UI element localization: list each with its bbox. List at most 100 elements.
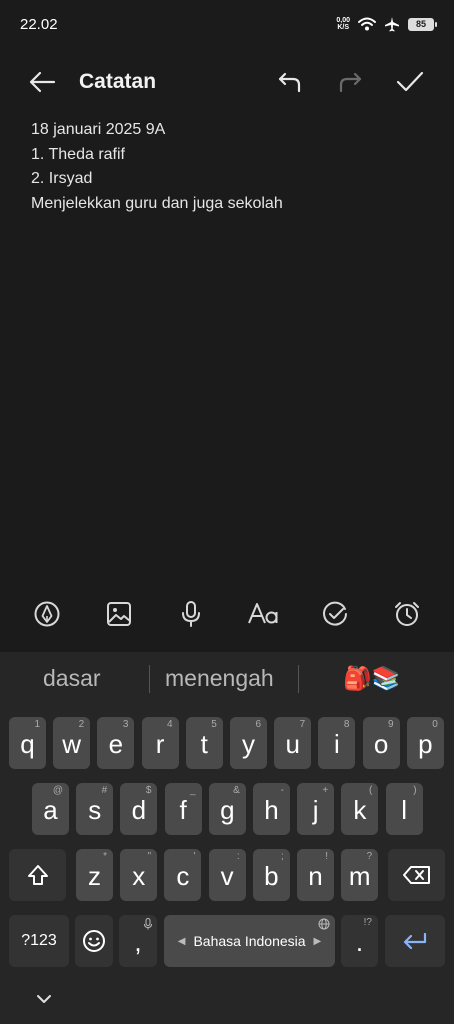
key-x[interactable]: " x [120, 849, 158, 901]
key-hint: 1 [34, 719, 40, 730]
page-title: Catatan [79, 70, 157, 93]
key-hint: _ [190, 785, 196, 796]
undo-button[interactable] [272, 64, 308, 100]
key-hint: 9 [388, 719, 394, 730]
key-m[interactable]: ? m [341, 849, 379, 901]
key-d[interactable]: $ d [120, 783, 158, 835]
key-g[interactable]: & g [208, 783, 246, 835]
key-label: a [43, 794, 58, 825]
key-label: p [418, 728, 433, 759]
key-label: c [176, 860, 190, 891]
net-speed-unit: K/S [337, 24, 350, 31]
enter-return-icon [403, 932, 427, 950]
key-r[interactable]: 4r [141, 717, 179, 769]
wifi-icon [358, 17, 376, 31]
key-b[interactable]: ; b [252, 849, 290, 901]
key-hint: & [233, 785, 240, 796]
key-hint: ; [281, 851, 284, 862]
key-o[interactable]: 9o [362, 717, 400, 769]
key-n[interactable]: ! n [297, 849, 334, 901]
save-check-button[interactable] [392, 64, 428, 100]
key-label: l [401, 794, 407, 825]
key-hint: 2 [78, 719, 85, 730]
key-hint: ( [369, 785, 373, 796]
suggestion-divider [149, 665, 150, 693]
key-hint: @ [52, 785, 63, 796]
backspace-key[interactable] [388, 849, 445, 901]
key-l[interactable]: ) l [385, 783, 423, 835]
key-label: u [285, 728, 300, 759]
key-t[interactable]: 5t [185, 717, 223, 769]
key-hint: 0 [432, 719, 438, 730]
status-icons: 0,00 K/S 85 [336, 12, 437, 36]
net-speed-indicator: 0,00 K/S [336, 17, 350, 31]
suggestion-item[interactable]: dasar [43, 665, 101, 692]
insert-image-button[interactable] [103, 598, 135, 630]
suggestion-emoji[interactable]: 🎒📚 [343, 665, 400, 692]
hide-keyboard-button[interactable] [31, 988, 57, 1010]
back-button[interactable] [24, 64, 60, 100]
space-key[interactable]: ◀ Bahasa Indonesia ▶ [164, 915, 335, 967]
note-line: Menjelekkan guru dan juga sekolah [31, 194, 283, 212]
key-s[interactable]: # s [76, 783, 114, 835]
key-label: f [179, 794, 187, 825]
key-label: g [220, 794, 235, 825]
key-label: i [334, 728, 340, 759]
key-i[interactable]: 8i [318, 717, 356, 769]
reminder-button[interactable] [391, 598, 423, 630]
key-k[interactable]: (k [341, 783, 379, 835]
key-label: s [88, 794, 102, 825]
microphone-icon [182, 601, 200, 627]
key-a[interactable]: @ a [32, 783, 69, 835]
suggestion-item[interactable]: menengah [165, 665, 274, 692]
key-hint: 3 [122, 719, 129, 730]
text-format-icon [248, 603, 278, 624]
handwriting-button[interactable] [31, 598, 63, 630]
key-e[interactable]: 3e [97, 717, 135, 769]
emoji-smiley-icon [83, 930, 105, 952]
comma-key-label: , [134, 926, 142, 957]
key-label: r [155, 728, 165, 759]
key-label: q [20, 728, 35, 759]
key-hint: * [103, 851, 107, 862]
key-w[interactable]: 2w [53, 717, 91, 769]
symbols-key[interactable]: ?123 [9, 915, 69, 967]
redo-button[interactable] [332, 64, 368, 100]
voice-input-button[interactable] [175, 598, 207, 630]
key-f[interactable]: _ f [164, 783, 202, 835]
key-h[interactable]: -h [253, 783, 290, 835]
status-bar: 22.02 0,00 K/S 85 [0, 0, 454, 48]
language-next-icon: ▶ [313, 935, 322, 947]
key-hint: + [322, 785, 329, 796]
key-label: e [108, 728, 124, 759]
emoji-key[interactable] [75, 915, 113, 967]
pen-circle-icon [34, 601, 60, 627]
comma-key[interactable]: , [119, 915, 157, 967]
period-key[interactable]: !? . [341, 915, 378, 967]
suggestion-divider [298, 665, 299, 693]
editor-toolbar [0, 590, 454, 638]
key-y[interactable]: 6y [230, 717, 267, 769]
key-hint: - [280, 785, 284, 796]
soft-keyboard: dasar menengah 🎒📚 1q2w3e4r5t6y7u8i9o0p @… [0, 652, 454, 1024]
symbols-key-label: ?123 [21, 932, 57, 949]
key-label: z [88, 860, 101, 891]
key-p[interactable]: 0p [406, 717, 444, 769]
checklist-button[interactable] [319, 598, 351, 630]
key-v[interactable]: :v [208, 849, 246, 901]
key-z[interactable]: * z [76, 849, 113, 901]
arrow-left-icon [29, 71, 56, 93]
shift-key[interactable] [9, 849, 66, 901]
key-j[interactable]: + j [297, 783, 335, 835]
text-format-button[interactable] [246, 598, 282, 630]
note-line: 18 januari 2025 9A [31, 121, 166, 138]
microphone-hint-icon [144, 918, 152, 930]
period-key-hint: !? [363, 917, 372, 928]
key-q[interactable]: 1q [9, 717, 46, 769]
key-c[interactable]: ' c [164, 849, 202, 901]
key-label: o [373, 728, 389, 759]
enter-key[interactable] [385, 915, 445, 967]
key-u[interactable]: 7u [274, 717, 312, 769]
key-label: w [62, 728, 82, 759]
note-editor[interactable]: 18 januari 2025 9A 1. Theda rafif 2. Irs… [31, 118, 434, 216]
